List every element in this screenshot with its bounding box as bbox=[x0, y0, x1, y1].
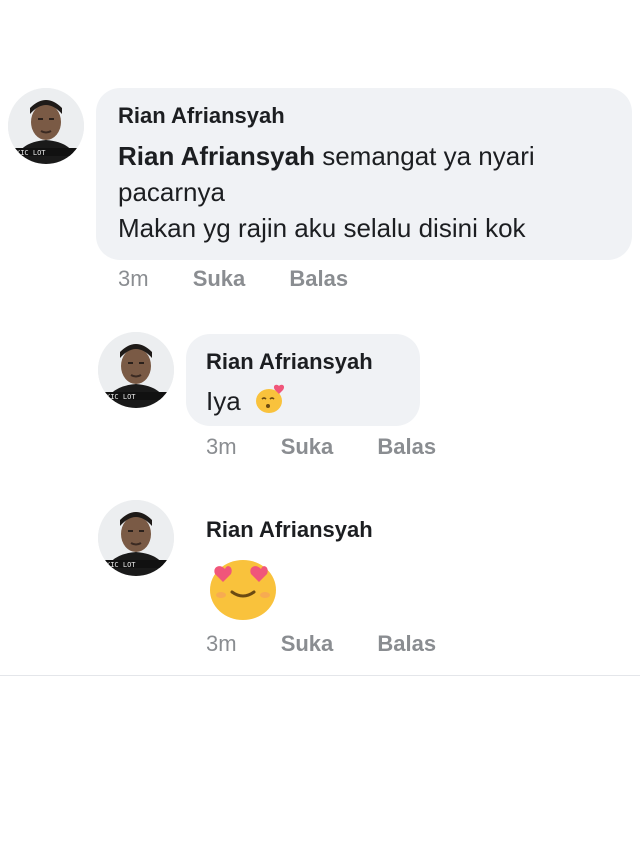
comment-text-line: Rian Afriansyah semangat ya nyari bbox=[118, 138, 618, 174]
avatar[interactable]: KIC LOT bbox=[8, 88, 84, 164]
comment-text-line: pacarnya bbox=[118, 177, 225, 207]
svg-text:KIC LOT: KIC LOT bbox=[106, 561, 136, 569]
comment-author[interactable]: Rian Afriansyah bbox=[206, 349, 373, 375]
comment-text: Iya bbox=[206, 382, 288, 419]
avatar[interactable]: KIC LOT bbox=[98, 500, 174, 576]
comment-text: Rian Afriansyah semangat ya nyari pacarn… bbox=[118, 138, 618, 246]
reply-button[interactable]: Balas bbox=[377, 434, 436, 460]
like-button[interactable]: Suka bbox=[193, 266, 246, 292]
kissing-heart-emoji-icon bbox=[255, 384, 284, 413]
svg-text:KIC LOT: KIC LOT bbox=[16, 149, 46, 157]
reply-button[interactable]: Balas bbox=[289, 266, 348, 292]
comment-meta: 3m Suka Balas bbox=[206, 631, 436, 657]
comment-meta: 3m Suka Balas bbox=[206, 434, 436, 460]
comment-author[interactable]: Rian Afriansyah bbox=[206, 517, 373, 543]
timestamp: 3m bbox=[206, 434, 237, 459]
timestamp: 3m bbox=[206, 631, 237, 656]
profile-photo-icon: KIC LOT bbox=[8, 88, 84, 164]
heart-eyes-emoji-icon bbox=[210, 560, 276, 620]
svg-text:KIC LOT: KIC LOT bbox=[106, 393, 136, 401]
mention-tag[interactable]: Rian Afriansyah bbox=[118, 141, 315, 171]
avatar[interactable]: KIC LOT bbox=[98, 332, 174, 408]
like-button[interactable]: Suka bbox=[281, 434, 334, 460]
divider bbox=[0, 675, 640, 676]
comment-text-fragment: Iya bbox=[206, 386, 241, 416]
reply-button[interactable]: Balas bbox=[377, 631, 436, 657]
comment-text-fragment: semangat ya nyari bbox=[314, 141, 535, 171]
like-button[interactable]: Suka bbox=[281, 631, 334, 657]
profile-photo-icon: KIC LOT bbox=[98, 500, 174, 576]
timestamp: 3m bbox=[118, 266, 149, 291]
comment-meta: 3m Suka Balas bbox=[118, 266, 348, 292]
profile-photo-icon: KIC LOT bbox=[98, 332, 174, 408]
comment-author[interactable]: Rian Afriansyah bbox=[118, 103, 285, 129]
comment-text-line: Makan yg rajin aku selalu disini kok bbox=[118, 213, 526, 243]
